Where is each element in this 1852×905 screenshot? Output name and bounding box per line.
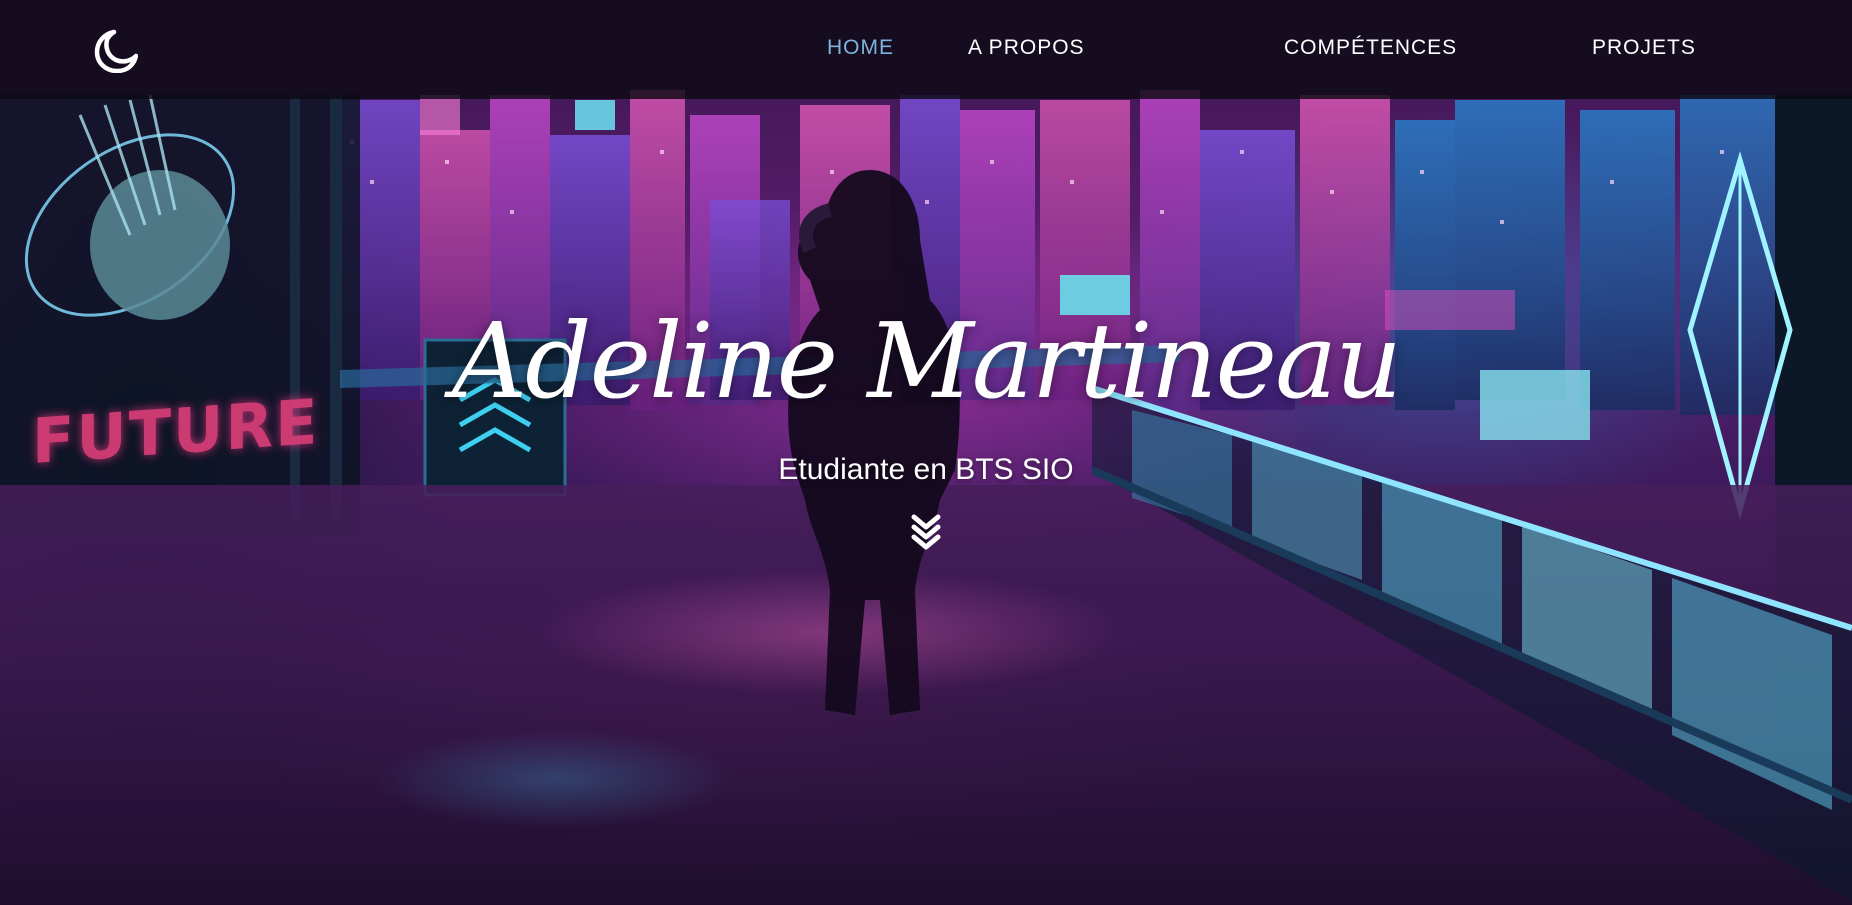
moon-icon-graphic bbox=[94, 29, 139, 74]
top-navbar: HOME A PROPOS COMPÉTENCES PROJETS bbox=[0, 0, 1852, 99]
nav-link-a-propos[interactable]: A PROPOS bbox=[968, 36, 1085, 60]
hero-section: Adeline Martineau Etudiante en BTS SIO bbox=[0, 0, 1852, 905]
nav-link-projets[interactable]: PROJETS bbox=[1592, 36, 1696, 60]
double-chevron-down-icon[interactable] bbox=[910, 513, 942, 551]
nav-link-competences[interactable]: COMPÉTENCES bbox=[1284, 36, 1457, 60]
nav-link-home[interactable]: HOME bbox=[827, 36, 894, 60]
moon-icon[interactable] bbox=[94, 29, 139, 74]
hero-title: Adeline Martineau bbox=[451, 300, 1402, 422]
hero-subtitle: Etudiante en BTS SIO bbox=[778, 453, 1074, 486]
portfolio-page: FUTURE HOME A PROPOS COMPÉTENCES PROJETS… bbox=[0, 0, 1852, 905]
double-chevron-down-graphic bbox=[911, 514, 941, 550]
